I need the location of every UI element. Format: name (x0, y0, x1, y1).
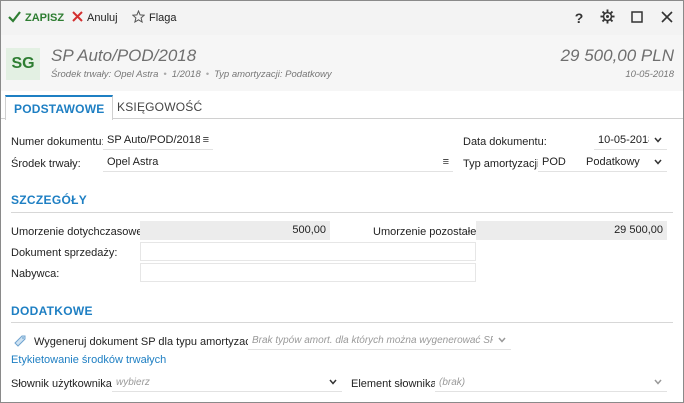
cancel-button[interactable]: Anuluj (72, 1, 118, 35)
remaining-depreciation-label: Umorzenie pozostałe: (373, 226, 480, 238)
generate-sp-label: Wygeneruj dokument SP dla typu amortyzac… (34, 336, 259, 348)
flag-label: Flaga (149, 12, 177, 24)
chevron-down-icon[interactable] (497, 335, 507, 345)
remaining-depreciation-value: 29 500,00 (614, 224, 663, 236)
asset-field[interactable]: Opel Astra ≡ (103, 153, 453, 172)
doc-number-field[interactable]: SP Auto/POD/2018 ≡ (103, 131, 213, 150)
asset-label: Środek trwały: (11, 158, 81, 170)
chevron-down-icon[interactable] (653, 135, 663, 145)
user-dictionary-select[interactable]: wybierz (112, 373, 342, 392)
gear-icon (599, 9, 615, 27)
labeling-link[interactable]: Etykietowanie środków trwałych (11, 354, 166, 366)
subtitle-amort-type: Typ amortyzacji: Podatkowy (214, 69, 332, 80)
section-details-title: SZCZEGÓŁY (11, 193, 88, 207)
tab-ksiegowosc[interactable]: KSIĘGOWOŚĆ (109, 95, 210, 119)
subtitle-asset: Środek trwały: Opel Astra (51, 69, 159, 80)
page-title: SP Auto/POD/2018 (51, 46, 197, 65)
user-dictionary-placeholder: wybierz (116, 376, 150, 388)
tab-bar: PODSTAWOWE KSIĘGOWOŚĆ (1, 91, 683, 120)
user-dictionary-label: Słownik użytkownika: (11, 378, 115, 390)
prev-depreciation-label: Umorzenie dotychczasowe: (11, 226, 146, 238)
menu-icon[interactable]: ≡ (443, 156, 449, 168)
buyer-label: Nabywca: (11, 268, 60, 280)
cancel-label: Anuluj (87, 12, 118, 24)
save-button[interactable]: ZAPISZ (8, 1, 64, 35)
avatar: SG (6, 48, 40, 80)
prev-depreciation-field: 500,00 (140, 221, 330, 240)
generate-sp-select[interactable]: Brak typów amort. dla których można wyge… (248, 331, 511, 350)
document-window: ZAPISZ Anuluj Flaga ? SG SP Auto/POD/201… (0, 0, 684, 403)
doc-date-value: 10-05-2018 (598, 134, 649, 146)
doc-number-label: Numer dokumentu: (11, 136, 105, 148)
amort-value: Podatkowy (586, 156, 640, 168)
section-additional-title: DODATKOWE (11, 304, 93, 318)
divider (11, 212, 673, 213)
star-icon (131, 9, 146, 26)
document-date: 10-05-2018 (625, 69, 674, 80)
menu-icon[interactable]: ≡ (203, 134, 209, 146)
chevron-down-icon[interactable] (328, 377, 338, 387)
divider (11, 322, 673, 323)
dictionary-element-select[interactable]: (brak) (435, 373, 667, 392)
document-amount: 29 500,00 PLN (560, 46, 674, 65)
amort-code: POD (542, 156, 566, 168)
chevron-down-icon[interactable] (653, 157, 663, 167)
flag-button[interactable]: Flaga (131, 1, 177, 35)
tag-icon[interactable] (13, 334, 27, 348)
toolbar: ZAPISZ Anuluj Flaga ? (1, 1, 683, 35)
asset-value: Opel Astra (107, 156, 159, 168)
sale-document-label: Dokument sprzedaży: (11, 247, 118, 259)
subtitle-period: 1/2018 (171, 69, 201, 80)
window-close-icon (661, 10, 673, 26)
tab-podstawowe[interactable]: PODSTAWOWE (5, 95, 114, 120)
dictionary-element-placeholder: (brak) (439, 376, 466, 388)
document-subtitle: Środek trwały: Opel Astra • 1/2018 • Typ amo… (51, 69, 332, 80)
close-icon (72, 11, 83, 25)
chevron-down-icon[interactable] (653, 377, 663, 387)
doc-date-label: Data dokumentu: (463, 136, 547, 148)
dictionary-element-label: Element słownika: (351, 378, 440, 390)
buyer-field[interactable] (140, 263, 476, 282)
save-label: ZAPISZ (25, 12, 65, 24)
maximize-icon (631, 10, 643, 26)
amort-type-select[interactable]: POD Podatkowy (538, 153, 667, 172)
help-icon: ? (574, 10, 584, 26)
doc-number-value: SP Auto/POD/2018 (107, 134, 200, 146)
doc-date-field[interactable]: 10-05-2018 (594, 131, 667, 150)
checkmark-icon (8, 10, 21, 26)
sale-document-field[interactable] (140, 242, 476, 261)
separator-dot: • (205, 69, 210, 80)
separator-dot: • (163, 69, 167, 80)
document-header: SG SP Auto/POD/2018 Środek trwały: Opel … (1, 35, 683, 91)
generate-sp-placeholder: Brak typów amort. dla których można wyge… (252, 334, 493, 346)
window-close-button[interactable] (658, 9, 676, 27)
help-button[interactable]: ? (570, 9, 588, 27)
settings-button[interactable] (598, 9, 616, 27)
prev-depreciation-value: 500,00 (292, 224, 326, 236)
maximize-button[interactable] (628, 9, 646, 27)
amort-type-label: Typ amortyzacji: (463, 158, 543, 170)
remaining-depreciation-field: 29 500,00 (476, 221, 667, 240)
